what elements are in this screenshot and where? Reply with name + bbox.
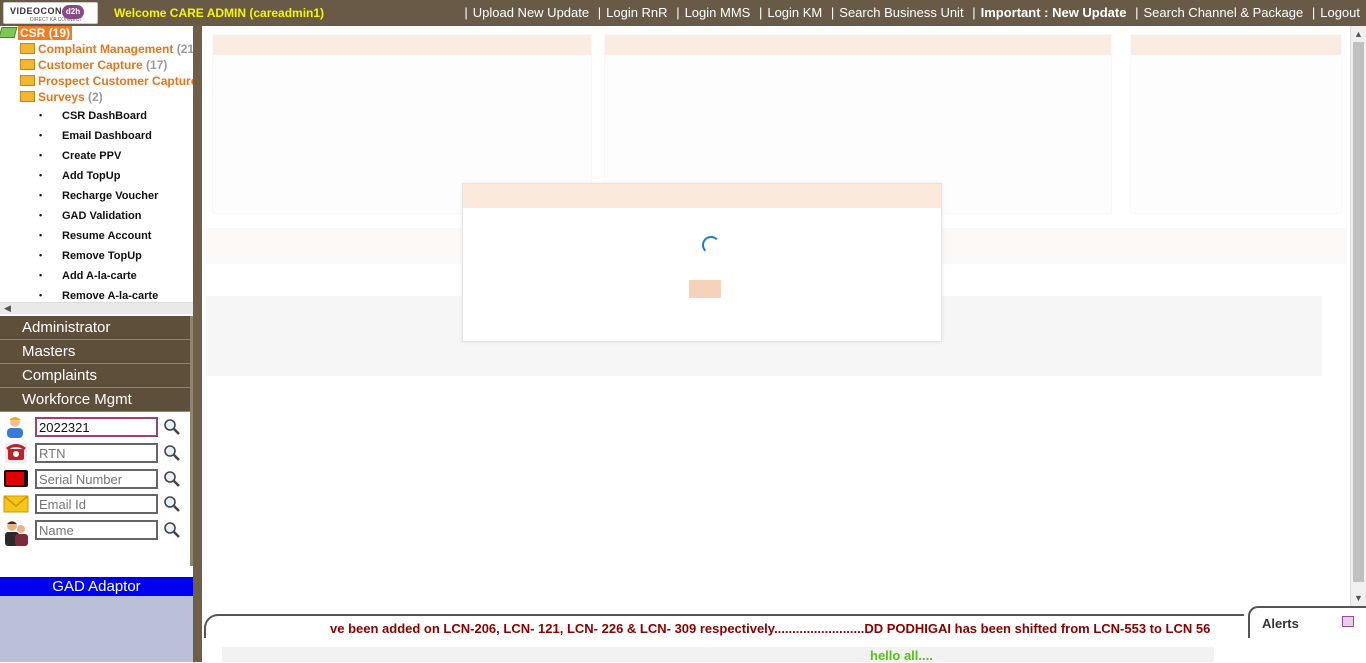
tree-folder-prospect-customer-capture[interactable]: Prospect Customer Capture ( [20, 74, 193, 90]
gad-adaptor-button[interactable]: GAD Adaptor [0, 577, 193, 596]
dialog-header [463, 184, 941, 208]
search-icon[interactable] [163, 470, 181, 488]
sidebar-menu: Administrator Masters Complaints Workfor… [0, 316, 193, 412]
login-rnr-link[interactable]: Login RnR [606, 5, 667, 20]
tree-item-csr-dashboard[interactable]: CSR DashBoard [39, 110, 147, 122]
csr-tree: CSR (19) Complaint Management (21) Custo… [0, 26, 193, 302]
search-row-serial [0, 467, 193, 491]
panel-header [605, 35, 1111, 55]
name-input[interactable] [35, 520, 158, 540]
serial-number-input[interactable] [35, 469, 158, 489]
users-icon [5, 521, 28, 546]
alerts-label: Alerts [1262, 616, 1299, 631]
login-km-link[interactable]: Login KM [767, 5, 822, 20]
dialog-ok-button[interactable] [689, 280, 721, 298]
customer-icon [7, 417, 23, 438]
tree-horizontal-scrollbar[interactable]: ◀ [0, 302, 193, 314]
customer-search-panel [0, 412, 193, 566]
panel-header [213, 35, 591, 55]
scroll-down-icon[interactable]: ▼ [1354, 593, 1363, 603]
tree-item-remove-topup[interactable]: Remove TopUp [39, 250, 142, 262]
tree-item-create-ppv[interactable]: Create PPV [39, 150, 121, 162]
videocon-d2h-logo: VIDEOCON d2h DIRECT KA CONNECT [3, 2, 98, 24]
tree-folder-complaint-management[interactable]: Complaint Management (21) [20, 42, 193, 58]
search-icon[interactable] [163, 444, 181, 462]
folder-icon [20, 75, 35, 87]
main-vertical-scrollbar[interactable]: ▲ ▼ [1350, 26, 1366, 606]
search-row-rtn [0, 441, 193, 465]
sidebar-footer [0, 596, 193, 662]
ticker-message: ve been added on LCN-206, LCN- 121, LCN-… [330, 621, 1211, 636]
rtn-input[interactable] [35, 443, 158, 463]
folder-icon [20, 43, 35, 55]
folder-icon [20, 59, 35, 71]
left-sidebar: CSR (19) Complaint Management (21) Custo… [0, 26, 193, 662]
scroll-up-icon[interactable]: ▲ [1354, 29, 1363, 39]
important-new-update-link[interactable]: Important : New Update [981, 5, 1127, 20]
welcome-text: Welcome CARE ADMIN (careadmin1) [114, 6, 325, 20]
panel-header [1131, 35, 1341, 55]
search-row-customer-id [0, 415, 193, 439]
telephone-icon [5, 443, 27, 463]
upload-new-update-link[interactable]: Upload New Update [473, 5, 589, 20]
tree-folder-surveys[interactable]: Surveys (2) [20, 90, 103, 106]
tree-root-csr[interactable]: CSR (19) [0, 26, 73, 42]
tree-item-add-topup[interactable]: Add TopUp [39, 170, 120, 182]
faded-message-dialog [462, 183, 942, 342]
menu-workforce-mgmt[interactable]: Workforce Mgmt [0, 388, 193, 412]
envelope-icon [3, 495, 29, 513]
scroll-left-icon[interactable]: ◀ [4, 303, 11, 314]
tree-item-remove-a-la-carte[interactable]: Remove A-la-carte [39, 290, 158, 302]
loading-spinner-icon [702, 236, 720, 254]
news-ticker: ve been added on LCN-206, LCN- 121, LCN-… [204, 614, 1244, 638]
hello-message: hello all.... [870, 648, 933, 663]
search-channel-package-link[interactable]: Search Channel & Package [1144, 5, 1304, 20]
open-folder-icon [0, 27, 18, 39]
tv-icon [4, 470, 28, 487]
menu-masters[interactable]: Masters [0, 340, 193, 364]
tree-item-resume-account[interactable]: Resume Account [39, 230, 151, 242]
tree-folder-customer-capture[interactable]: Customer Capture (17) [20, 58, 167, 74]
customer-id-input[interactable] [35, 417, 158, 437]
login-mms-link[interactable]: Login MMS [685, 5, 751, 20]
alerts-tab[interactable]: Alerts [1248, 606, 1366, 638]
scroll-thumb[interactable] [1353, 42, 1364, 582]
top-nav: | Upload New Update | Login RnR | Login MMS… [464, 5, 1360, 20]
tree-item-email-dashboard[interactable]: Email Dashboard [39, 130, 152, 142]
menu-administrator[interactable]: Administrator [0, 316, 193, 340]
ticker-area: ve been added on LCN-206, LCN- 121, LCN-… [202, 606, 1366, 663]
frame-divider[interactable] [193, 26, 202, 662]
announcement-bar [222, 647, 1214, 662]
search-business-unit-link[interactable]: Search Business Unit [839, 5, 963, 20]
search-row-name [0, 518, 193, 548]
search-icon[interactable] [163, 495, 181, 513]
menu-complaints[interactable]: Complaints [0, 364, 193, 388]
tree-item-add-a-la-carte[interactable]: Add A-la-carte [39, 270, 137, 282]
search-row-email [0, 492, 193, 516]
email-id-input[interactable] [35, 494, 158, 514]
folder-icon [20, 91, 35, 103]
search-icon[interactable] [163, 521, 181, 539]
logout-link[interactable]: Logout [1320, 5, 1360, 20]
maximize-icon[interactable] [1342, 616, 1354, 627]
top-bar: VIDEOCON d2h DIRECT KA CONNECT Welcome C… [0, 0, 1366, 26]
interaction-history-panel [1130, 34, 1342, 214]
tree-item-gad-validation[interactable]: GAD Validation [39, 210, 141, 222]
search-icon[interactable] [163, 418, 181, 436]
tree-item-recharge-voucher[interactable]: Recharge Voucher [39, 190, 158, 202]
